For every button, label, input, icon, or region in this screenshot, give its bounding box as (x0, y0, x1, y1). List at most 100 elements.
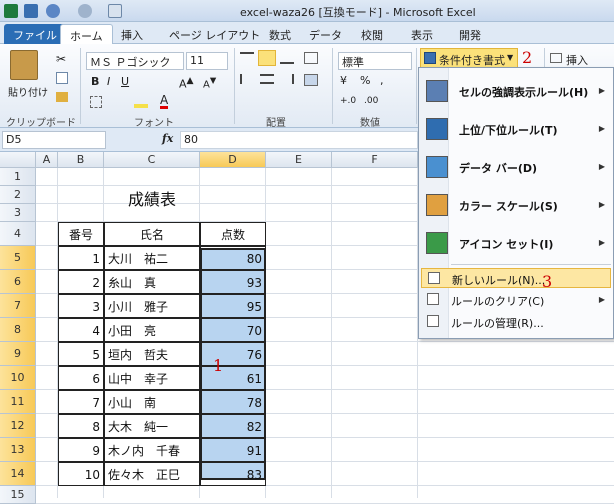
table-cell-name[interactable]: 糸山 真 (104, 270, 200, 294)
menu-item-icon-set[interactable]: アイコン セット(I) ▶ (421, 224, 611, 262)
table-cell-name[interactable]: 佐々木 正巳 (104, 462, 200, 486)
menu-item-manage-rules[interactable]: ルールの管理(R)... (421, 312, 611, 332)
table-cell-score[interactable]: 93 (200, 270, 266, 294)
table-cell-score[interactable]: 82 (200, 414, 266, 438)
menu-item-highlight-rules[interactable]: セルの強調表示ルール(H) ▶ (421, 72, 611, 110)
font-size-select[interactable]: 11 (186, 52, 228, 70)
merge-center-icon[interactable] (304, 74, 318, 86)
row-header-3[interactable]: 3 (0, 204, 36, 222)
table-cell-score[interactable]: 61 (200, 366, 266, 390)
table-cell-name[interactable]: 木ノ内 千春 (104, 438, 200, 462)
tab-formulas[interactable]: 数式 (260, 24, 300, 44)
font-color-icon[interactable]: A (160, 94, 169, 109)
row-header-12[interactable]: 12 (0, 414, 36, 438)
percent-icon[interactable]: % (360, 74, 370, 87)
tab-data[interactable]: データ (300, 24, 351, 44)
table-cell-name[interactable]: 小山 南 (104, 390, 200, 414)
table-cell-no[interactable]: 9 (58, 438, 104, 462)
table-cell-score[interactable]: 91 (200, 438, 266, 462)
align-bottom-icon[interactable] (280, 52, 294, 64)
cut-icon[interactable]: ✂ (56, 52, 66, 66)
comma-style-icon[interactable]: , (380, 74, 384, 87)
paste-icon[interactable] (10, 50, 38, 80)
insert-button[interactable]: 挿入 (548, 50, 612, 68)
table-cell-no[interactable]: 7 (58, 390, 104, 414)
menu-item-new-rule[interactable]: 新しいルール(N)... (421, 268, 611, 288)
tab-review[interactable]: 校閲 (352, 24, 392, 44)
insert-function-icon[interactable]: fx (162, 132, 173, 145)
table-cell-no[interactable]: 3 (58, 294, 104, 318)
underline-button[interactable]: U (118, 74, 132, 92)
column-header-e[interactable]: E (266, 152, 332, 168)
table-cell-score[interactable]: 95 (200, 294, 266, 318)
row-header-10[interactable]: 10 (0, 366, 36, 390)
column-header-b[interactable]: B (58, 152, 104, 168)
align-middle-icon[interactable] (258, 50, 276, 66)
format-painter-icon[interactable] (56, 92, 68, 102)
align-left-icon[interactable] (240, 74, 254, 84)
redo-icon[interactable] (78, 4, 92, 18)
row-header-5[interactable]: 5 (0, 246, 36, 270)
row-header-7[interactable]: 7 (0, 294, 36, 318)
row-header-1[interactable]: 1 (0, 168, 36, 186)
column-header-d[interactable]: D (200, 152, 266, 168)
table-cell-name[interactable]: 大川 祐二 (104, 246, 200, 270)
table-cell-name[interactable]: 大木 純一 (104, 414, 200, 438)
menu-item-data-bar[interactable]: データ バー(D) ▶ (421, 148, 611, 186)
fill-color-icon[interactable] (134, 96, 148, 108)
decrease-decimal-icon[interactable]: .00 (364, 96, 378, 106)
column-header-c[interactable]: C (104, 152, 200, 168)
tab-page-layout[interactable]: ページ レイアウト (160, 24, 269, 44)
table-cell-no[interactable]: 6 (58, 366, 104, 390)
row-header-8[interactable]: 8 (0, 318, 36, 342)
table-cell-name[interactable]: 小田 亮 (104, 318, 200, 342)
align-center-icon[interactable] (260, 74, 274, 84)
excel-app-icon[interactable] (4, 4, 18, 18)
table-cell-no[interactable]: 2 (58, 270, 104, 294)
name-box[interactable]: D5 (2, 131, 106, 149)
row-header-13[interactable]: 13 (0, 438, 36, 462)
table-cell-no[interactable]: 4 (58, 318, 104, 342)
font-name-select[interactable]: ＭＳ Ｐゴシック (86, 52, 184, 70)
bold-button[interactable]: B (88, 74, 102, 92)
column-header-a[interactable]: A (36, 152, 58, 168)
table-cell-score[interactable]: 70 (200, 318, 266, 342)
increase-decimal-icon[interactable]: +.0 (340, 96, 356, 106)
table-cell-name[interactable]: 垣内 哲夫 (104, 342, 200, 366)
table-cell-score[interactable]: 80 (200, 246, 266, 270)
row-header-6[interactable]: 6 (0, 270, 36, 294)
undo-icon[interactable] (46, 4, 60, 18)
select-all-corner[interactable] (0, 152, 36, 168)
italic-button[interactable]: I (104, 74, 113, 92)
grow-font-button[interactable]: A▲ (176, 74, 197, 92)
print-preview-icon[interactable] (108, 4, 122, 18)
table-cell-name[interactable]: 小川 雅子 (104, 294, 200, 318)
save-icon[interactable] (24, 4, 38, 18)
table-cell-no[interactable]: 8 (58, 414, 104, 438)
tab-developer[interactable]: 開発 (450, 24, 490, 44)
tab-insert[interactable]: 挿入 (112, 24, 152, 44)
row-header-11[interactable]: 11 (0, 390, 36, 414)
shrink-font-button[interactable]: A▼ (200, 74, 219, 92)
table-cell-no[interactable]: 5 (58, 342, 104, 366)
align-right-icon[interactable] (280, 74, 294, 84)
table-cell-score[interactable]: 83 (200, 462, 266, 486)
copy-icon[interactable] (56, 72, 68, 84)
row-header-9[interactable]: 9 (0, 342, 36, 366)
row-header-4[interactable]: 4 (0, 222, 36, 246)
menu-item-top-bottom[interactable]: 上位/下位ルール(T) ▶ (421, 110, 611, 148)
borders-icon[interactable] (90, 96, 102, 108)
tab-view[interactable]: 表示 (402, 24, 442, 44)
table-cell-no[interactable]: 10 (58, 462, 104, 486)
row-header-2[interactable]: 2 (0, 186, 36, 204)
tab-home[interactable]: ホーム (60, 24, 113, 44)
row-header-14[interactable]: 14 (0, 462, 36, 486)
number-format-select[interactable]: 標準 (338, 52, 412, 70)
menu-item-color-scale[interactable]: カラー スケール(S) ▶ (421, 186, 611, 224)
formula-input[interactable]: 80 (180, 131, 418, 149)
wrap-text-icon[interactable] (304, 52, 318, 64)
menu-item-clear-rules[interactable]: ルールのクリア(C) ▶ (421, 290, 611, 310)
tab-file[interactable]: ファイル (4, 24, 66, 44)
row-header-15[interactable]: 15 (0, 486, 36, 504)
conditional-formatting-button[interactable]: 条件付き書式 ▼ (420, 48, 518, 68)
